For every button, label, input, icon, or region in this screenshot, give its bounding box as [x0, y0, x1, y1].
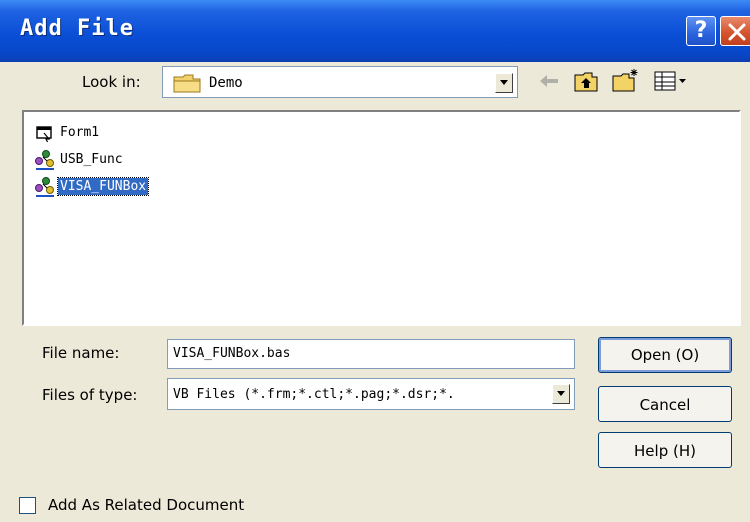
files-of-type-value: VB Files (*.frm;*.ctl;*.pag;*.dsr;*. — [173, 387, 455, 402]
related-document-label: Add As Related Document — [48, 496, 245, 514]
files-of-type-combo[interactable]: VB Files (*.frm;*.ctl;*.pag;*.dsr;*. — [167, 378, 575, 410]
open-button[interactable]: Open (O) — [598, 337, 732, 373]
file-name-text: VISA_FUNBox — [56, 177, 150, 196]
title-bar[interactable]: Add File ? — [0, 0, 750, 62]
open-button-label: Open (O) — [630, 346, 700, 364]
close-button[interactable] — [720, 16, 750, 46]
back-arrow-icon[interactable] — [538, 72, 560, 90]
help-caption-button[interactable]: ? — [686, 16, 716, 46]
look-in-value: Demo — [209, 75, 243, 91]
file-list[interactable]: Form1 USB_Func VISA_FUNBox — [22, 110, 741, 326]
add-file-dialog: Add File ? Look in: Demo Form1 USB_Func … — [0, 0, 750, 522]
chevron-down-icon — [557, 391, 565, 396]
cancel-button[interactable]: Cancel — [598, 386, 732, 422]
file-name-value: VISA_FUNBox.bas — [173, 346, 291, 361]
view-menu-icon[interactable] — [654, 70, 690, 92]
file-name-text: Form1 — [60, 125, 100, 140]
module-icon — [35, 150, 54, 170]
help-button[interactable]: Help (H) — [598, 432, 732, 468]
file-name-text: USB_Func — [60, 152, 123, 167]
file-name-input[interactable]: VISA_FUNBox.bas — [167, 339, 575, 369]
form-icon — [36, 126, 52, 143]
folder-icon — [173, 74, 201, 93]
cancel-button-label: Cancel — [639, 396, 691, 414]
look-in-label: Look in: — [82, 73, 141, 91]
window-title: Add File — [20, 16, 134, 41]
chevron-down-icon — [500, 80, 508, 85]
new-folder-icon[interactable] — [612, 68, 640, 92]
help-button-label: Help (H) — [634, 442, 696, 460]
look-in-combo[interactable]: Demo — [162, 66, 518, 98]
close-icon — [728, 23, 746, 41]
files-of-type-label: Files of type: — [42, 386, 138, 404]
question-mark-icon: ? — [694, 18, 708, 43]
files-of-type-dropdown-button[interactable] — [552, 384, 570, 404]
file-name-label: File name: — [42, 344, 120, 362]
up-folder-icon[interactable] — [574, 70, 598, 92]
look-in-dropdown-button[interactable] — [495, 73, 513, 93]
module-icon — [35, 177, 54, 197]
related-document-checkbox[interactable] — [19, 497, 36, 514]
